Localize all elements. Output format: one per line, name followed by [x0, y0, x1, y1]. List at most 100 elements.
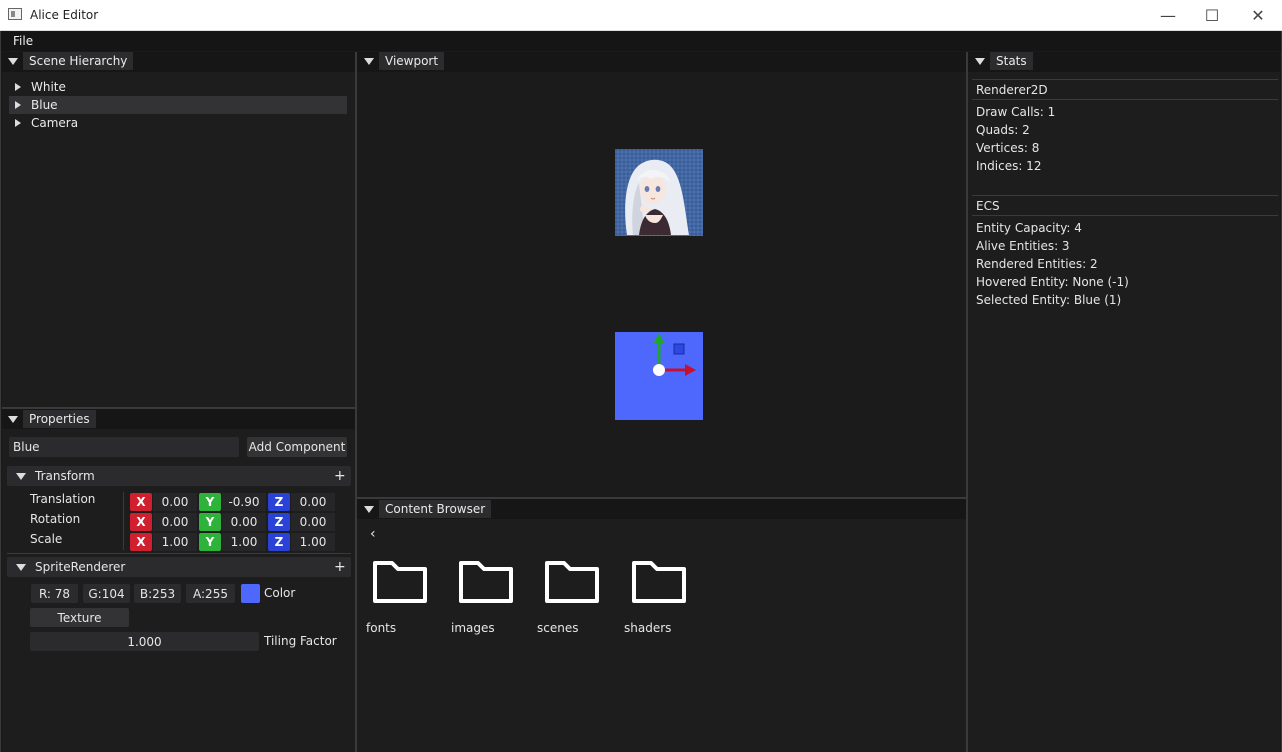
- scale-y-value[interactable]: 1.00: [222, 533, 266, 551]
- gizmo-x-arrow-icon[interactable]: [685, 364, 696, 376]
- hierarchy-item-white[interactable]: White: [9, 78, 347, 96]
- folder-icon: [545, 561, 599, 603]
- hierarchy-item-label: Camera: [31, 116, 79, 130]
- scale-label: Scale: [30, 532, 63, 546]
- menu-bar: [0, 31, 1282, 51]
- stat-alive-entities: Alive Entities: 3: [976, 239, 1070, 253]
- hierarchy-item-camera[interactable]: Camera: [9, 114, 347, 132]
- translation-y-value[interactable]: -0.90: [222, 493, 266, 511]
- rotation-y-value[interactable]: 0.00: [222, 513, 266, 531]
- add-component-button[interactable]: Add Component: [247, 437, 347, 457]
- content-browser-collapse-icon[interactable]: [364, 506, 374, 513]
- back-button[interactable]: ‹: [370, 526, 376, 542]
- tab-content-browser[interactable]: Content Browser: [379, 500, 492, 518]
- color-r-field[interactable]: R: 78: [31, 584, 78, 603]
- component-divider: [7, 553, 351, 554]
- translation-x-button[interactable]: X: [130, 493, 152, 511]
- stats-divider: [972, 195, 1278, 196]
- folder-scenes[interactable]: [544, 558, 600, 607]
- stats-collapse-icon[interactable]: [975, 58, 985, 65]
- sprite-renderer-header[interactable]: SpriteRenderer: [7, 557, 351, 577]
- menu-file[interactable]: File: [13, 34, 33, 48]
- color-a-field[interactable]: A:255: [186, 584, 235, 603]
- collapse-arrow-icon[interactable]: [16, 560, 26, 574]
- color-swatch[interactable]: [241, 584, 260, 603]
- hierarchy-item-blue[interactable]: Blue: [9, 96, 347, 114]
- scale-z-value[interactable]: 1.00: [291, 533, 335, 551]
- scale-x-button[interactable]: X: [130, 533, 152, 551]
- rotation-x-value[interactable]: 0.00: [153, 513, 197, 531]
- tab-viewport[interactable]: Viewport: [379, 52, 445, 70]
- sprite-renderer-add-button[interactable]: +: [334, 559, 346, 575]
- stat-hovered-entity: Hovered Entity: None (-1): [976, 275, 1129, 289]
- rotation-x-button[interactable]: X: [130, 513, 152, 531]
- folder-shaders-label[interactable]: shaders: [624, 621, 671, 635]
- minimize-button[interactable]: —: [1145, 0, 1191, 31]
- folder-icon: [459, 561, 513, 603]
- stat-entity-capacity: Entity Capacity: 4: [976, 221, 1082, 235]
- viewport-panel[interactable]: [357, 52, 966, 497]
- viewport-tabbar: [357, 52, 966, 72]
- rotation-z-value[interactable]: 0.00: [291, 513, 335, 531]
- window-titlebar: [0, 0, 1282, 31]
- collapse-arrow-icon[interactable]: [16, 469, 26, 483]
- folder-fonts[interactable]: [372, 558, 428, 607]
- sprite-renderer-title: SpriteRenderer: [35, 560, 126, 574]
- transform-add-button[interactable]: +: [334, 468, 346, 484]
- hierarchy-item-label: White: [31, 80, 66, 94]
- close-button[interactable]: ✕: [1235, 0, 1281, 31]
- expand-arrow-icon[interactable]: [15, 98, 25, 112]
- color-g-field[interactable]: G:104: [83, 584, 130, 603]
- tab-scene-hierarchy[interactable]: Scene Hierarchy: [23, 52, 134, 70]
- scale-x-value[interactable]: 1.00: [153, 533, 197, 551]
- transform-title: Transform: [35, 469, 95, 483]
- color-b-field[interactable]: B:253: [134, 584, 181, 603]
- anime-girl-texture: [615, 149, 703, 236]
- color-label: Color: [264, 586, 296, 600]
- stat-draw-calls: Draw Calls: 1: [976, 105, 1056, 119]
- translation-label: Translation: [30, 492, 96, 506]
- translation-x-value[interactable]: 0.00: [153, 493, 197, 511]
- tab-properties[interactable]: Properties: [23, 410, 96, 428]
- maximize-button[interactable]: ☐: [1189, 0, 1235, 31]
- folder-shaders[interactable]: [631, 558, 687, 607]
- entity-name-input[interactable]: Blue: [9, 437, 239, 457]
- transform-header[interactable]: Transform: [7, 466, 351, 486]
- gizmo-center-handle[interactable]: [653, 364, 665, 376]
- white-entity-sprite[interactable]: [615, 149, 703, 236]
- gizmo-y-arrow-icon[interactable]: [653, 333, 665, 344]
- scale-y-button[interactable]: Y: [199, 533, 221, 551]
- folder-images[interactable]: [458, 558, 514, 607]
- stat-indices: Indices: 12: [976, 159, 1042, 173]
- rotation-label: Rotation: [30, 512, 81, 526]
- viewport-collapse-icon[interactable]: [364, 58, 374, 65]
- scale-z-button[interactable]: Z: [268, 533, 290, 551]
- rotation-z-button[interactable]: Z: [268, 513, 290, 531]
- properties-collapse-icon[interactable]: [8, 416, 18, 423]
- window-title: Alice Editor: [30, 8, 99, 22]
- gizmo-plane-handle[interactable]: [673, 343, 685, 355]
- rotation-y-button[interactable]: Y: [199, 513, 221, 531]
- tiling-factor-slider[interactable]: 1.000: [30, 632, 259, 651]
- translation-z-value[interactable]: 0.00: [291, 493, 335, 511]
- hierarchy-item-label: Blue: [31, 98, 58, 112]
- renderer2d-header: Renderer2D: [976, 83, 1048, 97]
- hierarchy-collapse-icon[interactable]: [8, 58, 18, 65]
- translation-y-button[interactable]: Y: [199, 493, 221, 511]
- folder-icon: [632, 561, 686, 603]
- texture-button[interactable]: Texture: [30, 608, 129, 627]
- translation-z-button[interactable]: Z: [268, 493, 290, 511]
- folder-icon: [373, 561, 427, 603]
- expand-arrow-icon[interactable]: [15, 80, 25, 94]
- stats-panel: [968, 52, 1280, 752]
- ecs-header: ECS: [976, 199, 1000, 213]
- folder-fonts-label[interactable]: fonts: [366, 621, 396, 635]
- translate-gizmo[interactable]: [615, 332, 703, 420]
- tiling-factor-label: Tiling Factor: [264, 634, 337, 648]
- folder-scenes-label[interactable]: scenes: [537, 621, 578, 635]
- stats-divider: [972, 215, 1278, 216]
- expand-arrow-icon[interactable]: [15, 116, 25, 130]
- stat-selected-entity: Selected Entity: Blue (1): [976, 293, 1122, 307]
- tab-stats[interactable]: Stats: [990, 52, 1033, 70]
- folder-images-label[interactable]: images: [451, 621, 495, 635]
